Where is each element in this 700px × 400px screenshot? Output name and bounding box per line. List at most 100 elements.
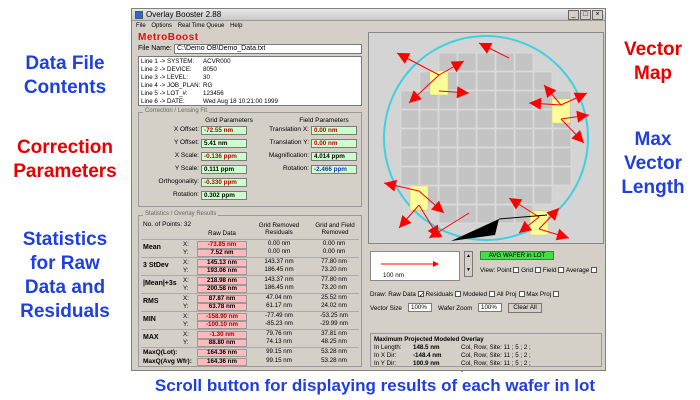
draw-raw-checkbox[interactable]: ✓ — [417, 291, 424, 299]
wafer-field — [476, 166, 496, 186]
wafer-field — [400, 166, 420, 186]
wafer-field — [457, 166, 477, 186]
stat-raw-value: -158.90 nm — [197, 313, 247, 321]
stat-field-value: 25.52 nm — [321, 294, 347, 301]
max-projection-box: Maximum Projected Modeled Overlay In Len… — [370, 333, 602, 367]
stat-grid-value: 143.37 nm — [264, 276, 294, 283]
file-contents-box[interactable]: Line 1 -> SYSTEM: ACVR000 Line 2 -> DEVIC… — [138, 56, 362, 106]
stat-field-value: 73.20 nm — [321, 266, 347, 273]
minimize-button[interactable]: _ — [568, 10, 579, 20]
wafer-scroll-button[interactable]: ▲ ▼ — [464, 251, 473, 277]
stat-raw-value: 218.98 nm — [197, 277, 247, 285]
stat-y-axis-label: Y: — [183, 267, 189, 274]
num-points-label: No. of Points: — [143, 221, 183, 228]
view-average-checkbox[interactable] — [591, 267, 598, 274]
wafer-field — [438, 109, 458, 129]
correction-group: Correction / Lensing Fit Grid Parameters… — [138, 108, 362, 207]
draw-modeled-checkbox[interactable] — [489, 291, 496, 298]
maxq-lot-grid: 99.15 nm — [266, 348, 292, 355]
file-line-value: 30 — [203, 74, 210, 81]
menu-help[interactable]: Help — [230, 23, 242, 29]
stat-field-value: -29.99 nm — [320, 320, 348, 327]
app-window: Overlay Booster 2.88 _ □ × File Options … — [131, 8, 606, 371]
correction-group-title: Correction / Lensing Fit — [143, 108, 210, 114]
menu-file[interactable]: File — [136, 23, 146, 29]
field-param-value: 4.014 ppm — [311, 152, 357, 161]
draw-maxproj-checkbox[interactable] — [553, 291, 560, 298]
view-point-label: Point — [497, 267, 512, 274]
num-points-value: 32 — [183, 221, 192, 228]
scroll-up-icon[interactable]: ▲ — [465, 252, 472, 260]
wafer-field — [438, 147, 458, 167]
wafer-field — [514, 52, 534, 72]
draw-residuals-label: Residuals — [425, 291, 454, 298]
wafer-zoom-select[interactable]: 100% — [478, 303, 502, 312]
view-options: View: Point Grid Field Average — [480, 267, 598, 274]
wafer-field — [533, 166, 553, 186]
draw-residuals-checkbox[interactable] — [455, 291, 462, 298]
wafer-field — [400, 147, 420, 167]
maximize-button[interactable]: □ — [580, 10, 591, 20]
wafer-field — [438, 185, 458, 205]
file-line-key: Line 6 -> DATE: — [141, 98, 185, 105]
stat-grid-value: 79.76 nm — [266, 330, 292, 337]
wafer-field — [495, 166, 515, 186]
view-grid-checkbox[interactable] — [535, 267, 542, 274]
wafer-field — [476, 128, 496, 148]
wafer-field — [476, 185, 496, 205]
field-param-value: 0.00 nm — [311, 139, 357, 148]
stat-raw-value: 88.80 nm — [197, 339, 247, 347]
field-params-header: Field Parameters — [299, 117, 349, 124]
wafer-field — [457, 71, 477, 91]
menu-real-time-queue[interactable]: Real Time Queue — [178, 23, 225, 29]
wafer-field — [495, 71, 515, 91]
wafer-field — [514, 71, 534, 91]
maxq-avg-grid: 99.15 nm — [266, 357, 292, 364]
field-param-label: Magnification: — [268, 152, 309, 159]
wafer-field — [419, 109, 439, 129]
wafer-field — [533, 109, 553, 129]
stat-raw-value: 63.78 nm — [197, 303, 247, 311]
draw-allproj-checkbox[interactable] — [518, 291, 525, 298]
view-grid-label: Grid — [521, 267, 534, 274]
wafer-field — [419, 128, 439, 148]
stat-field-value: 73.20 nm — [321, 284, 347, 291]
clear-all-button[interactable]: Clear All — [508, 303, 542, 313]
avg-wafer-indicator: AVG WAFER in LOT — [480, 251, 554, 260]
wafer-field — [495, 147, 515, 167]
window-title: Overlay Booster 2.88 — [146, 10, 222, 19]
stat-field-value: 77.80 nm — [321, 276, 347, 283]
stat-grid-value: 143.37 nm — [264, 258, 294, 265]
view-field-checkbox[interactable] — [558, 267, 565, 274]
file-line-key: Line 5 -> LOT_#: — [141, 90, 188, 97]
file-line-value: 123456 — [203, 90, 224, 97]
stat-field-value: 0.00 nm — [322, 248, 346, 255]
stat-y-axis-label: Y: — [183, 285, 189, 292]
file-line-value: ACVR000 — [203, 58, 231, 65]
stat-x-axis-label: X: — [183, 259, 189, 266]
vector-size-select[interactable]: 100% — [408, 303, 432, 312]
maxq-lot-field: 53.28 nm — [321, 348, 347, 355]
scroll-down-icon[interactable]: ▼ — [465, 266, 472, 274]
wafer-field — [400, 128, 420, 148]
vector-map[interactable] — [368, 32, 604, 244]
grid-param-label: Y Scale: — [174, 165, 199, 172]
wafer-field — [476, 147, 496, 167]
wafer-field — [457, 128, 477, 148]
wafer-field — [495, 109, 515, 129]
grid-param-value: -72.55 nm — [201, 126, 247, 135]
field-param-label: Rotation: — [282, 165, 309, 172]
file-name-field[interactable]: C:\Demo OB\Demo_Data.txt — [174, 44, 362, 54]
stat-grid-value: 0.00 nm — [267, 240, 291, 247]
view-point-checkbox[interactable] — [513, 267, 520, 274]
stage: Data File Contents Correction Parameters… — [0, 0, 700, 400]
wafer-field — [533, 147, 553, 167]
vector-map-canvas — [369, 33, 603, 243]
close-button[interactable]: × — [592, 10, 603, 20]
stat-x-axis-label: X: — [183, 277, 189, 284]
stat-row-label: MIN — [143, 316, 156, 323]
menu-options[interactable]: Options — [151, 23, 172, 29]
file-line: Line 1 -> SYSTEM: ACVR000 — [141, 58, 359, 66]
stat-row-label: Mean — [143, 244, 161, 251]
maxq-avg-label: MaxQ(Avg Wfr): — [143, 358, 192, 365]
